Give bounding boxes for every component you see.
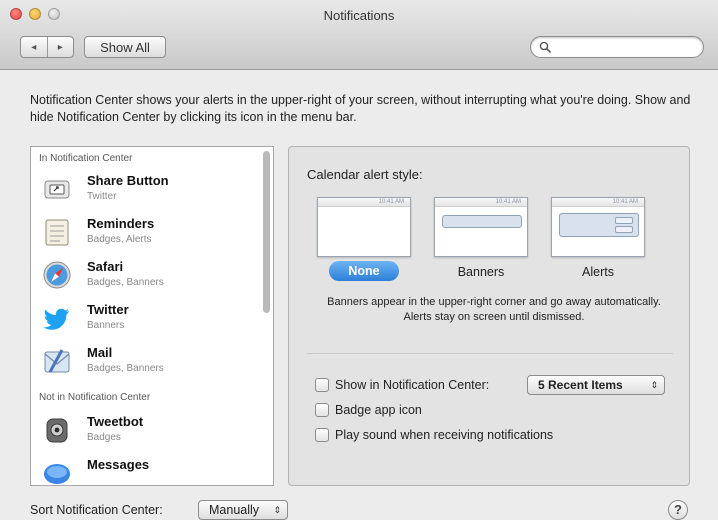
search-field[interactable]	[530, 36, 704, 58]
not-in-notification-center-header: Not in Notification Center	[39, 392, 151, 403]
share-button-icon	[44, 180, 70, 199]
preview-menu-bar: 10:41 AM	[318, 198, 410, 207]
preview-menu-bar: 10:41 AM	[435, 198, 527, 207]
app-style: Badges	[87, 432, 121, 443]
alert-style-help-text: Banners appear in the upper-right corner…	[327, 296, 661, 323]
app-name: Twitter	[87, 302, 129, 317]
recent-items-value: 5 Recent Items	[538, 378, 623, 392]
app-name: Messages	[87, 457, 150, 472]
alert-style-banners-button[interactable]: Banners	[434, 265, 528, 279]
preview-menu-bar: 10:41 AM	[552, 198, 644, 207]
app-name: Safari	[87, 259, 124, 274]
app-style: Twitter	[87, 191, 117, 202]
notification-center-description: Notification Center shows your alerts in…	[30, 93, 691, 124]
preview-alert	[559, 213, 639, 237]
app-style: Badges, Alerts	[87, 234, 152, 245]
sort-order-popup[interactable]: Manually ⇕	[198, 500, 288, 520]
reminders-icon	[45, 219, 69, 246]
badge-app-icon-checkbox[interactable]	[315, 403, 329, 417]
app-settings-panel: Calendar alert style: 10:41 AM 10:41 AM …	[288, 146, 690, 486]
app-style: Badges, Banners	[87, 363, 164, 374]
app-list-scrollbar[interactable]	[263, 151, 270, 313]
show-in-notification-center-label: Show in Notification Center:	[335, 378, 490, 392]
search-input[interactable]	[555, 39, 695, 55]
app-name: Share Button	[87, 173, 169, 188]
play-sound-label: Play sound when receiving notifications	[335, 428, 554, 442]
app-name: Tweetbot	[87, 414, 144, 429]
show-in-notification-center-checkbox[interactable]	[315, 378, 329, 392]
safari-icon	[43, 261, 71, 289]
popup-arrows-icon: ⇕	[273, 505, 281, 515]
alert-style-alerts-preview[interactable]: 10:41 AM	[551, 197, 645, 257]
panel-divider	[307, 353, 673, 354]
app-item-reminders[interactable]: Reminders Badges, Alerts	[31, 212, 273, 255]
sort-order-value: Manually	[209, 503, 260, 517]
show-all-button[interactable]: Show All	[84, 36, 166, 58]
window-title: Notifications	[323, 8, 395, 23]
alert-style-none-preview[interactable]: 10:41 AM	[317, 197, 411, 257]
app-item-mail[interactable]: Mail Badges, Banners	[31, 341, 273, 384]
app-name: Reminders	[87, 216, 155, 231]
recent-items-popup[interactable]: 5 Recent Items ⇕	[527, 375, 665, 395]
in-notification-center-header: In Notification Center	[39, 153, 133, 164]
app-item-share-button[interactable]: Share Button Twitter	[31, 169, 273, 212]
messages-icon	[44, 464, 70, 484]
twitter-icon	[43, 308, 69, 330]
forward-button[interactable]: ▸	[46, 37, 74, 57]
sort-label: Sort Notification Center:	[30, 503, 163, 517]
back-forward-control: ◂ ▸	[20, 36, 74, 58]
tweetbot-icon	[46, 418, 68, 443]
mail-icon	[44, 349, 70, 373]
app-list[interactable]: In Notification Center Share Button Twit…	[30, 146, 274, 486]
badge-app-icon-label: Badge app icon	[335, 403, 422, 417]
help-button[interactable]: ?	[668, 500, 688, 520]
app-item-messages[interactable]: Messages	[31, 453, 273, 485]
alert-style-none-button[interactable]: None	[329, 261, 399, 281]
window-toolbar: Notifications ◂ ▸ Show All	[0, 0, 718, 70]
search-icon	[539, 41, 551, 53]
app-item-tweetbot[interactable]: Tweetbot Badges	[31, 410, 273, 453]
app-item-twitter[interactable]: Twitter Banners	[31, 298, 273, 341]
alert-style-alerts-button[interactable]: Alerts	[551, 265, 645, 279]
alert-style-banners-preview[interactable]: 10:41 AM	[434, 197, 528, 257]
preview-banner	[442, 215, 522, 228]
app-style: Banners	[87, 320, 125, 331]
app-item-safari[interactable]: Safari Badges, Banners	[31, 255, 273, 298]
alert-style-title: Calendar alert style:	[307, 167, 423, 182]
show-in-notification-center-option[interactable]: Show in Notification Center:	[315, 378, 489, 392]
popup-arrows-icon: ⇕	[650, 380, 658, 390]
play-sound-option[interactable]: Play sound when receiving notifications	[315, 428, 553, 442]
app-name: Mail	[87, 345, 113, 360]
badge-app-icon-option[interactable]: Badge app icon	[315, 403, 422, 417]
app-style: Badges, Banners	[87, 277, 164, 288]
play-sound-checkbox[interactable]	[315, 428, 329, 442]
back-button[interactable]: ◂	[21, 37, 47, 57]
